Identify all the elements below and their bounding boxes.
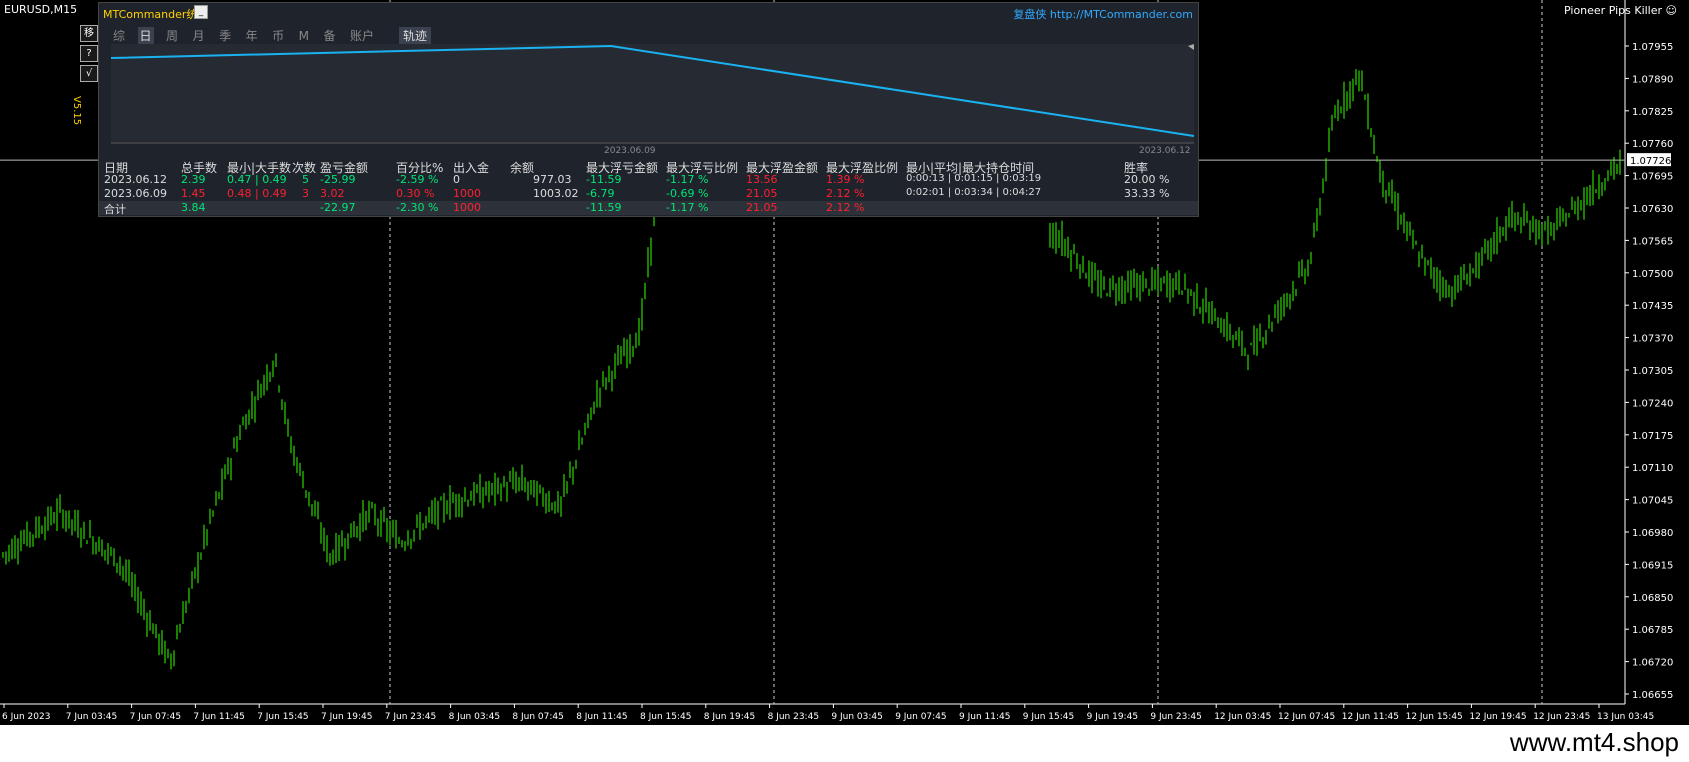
tab-account[interactable]: 账户 — [348, 27, 376, 44]
time-tick-label: 12 Jun 23:45 — [1533, 712, 1590, 722]
stats-table: 日期 总手数 最小|大手数 次数 盈亏金额 百分比% 出入金 余额 最大浮亏金额… — [99, 159, 1198, 216]
price-tick-label: 1.07435 — [1632, 301, 1673, 312]
price-tick-label: 1.07955 — [1632, 42, 1673, 53]
price-tick-label: 1.07240 — [1632, 398, 1673, 409]
time-tick-label: 9 Jun 19:45 — [1087, 712, 1138, 722]
tab-year[interactable]: 年 — [244, 27, 260, 44]
tab-currency[interactable]: 币 — [270, 27, 286, 44]
price-tick-label: 1.06720 — [1632, 658, 1673, 669]
price-tick-label: 1.07890 — [1632, 74, 1673, 85]
price-tick-label: 1.06915 — [1632, 560, 1673, 571]
time-tick-label: 13 Jun 03:45 — [1597, 712, 1654, 722]
watermark-bar: www.mt4.shop — [0, 725, 1689, 762]
price-tick-label: 1.07695 — [1632, 172, 1673, 183]
time-tick-label: 8 Jun 03:45 — [449, 712, 500, 722]
price-tick-label: 1.07825 — [1632, 107, 1673, 118]
time-tick-label: 9 Jun 15:45 — [1023, 712, 1074, 722]
tab-notes[interactable]: 备 — [321, 27, 337, 44]
tab-month[interactable]: 月 — [191, 27, 207, 44]
current-price-label: 1.07726 — [1630, 156, 1671, 167]
time-tick-label: 7 Jun 11:45 — [193, 712, 244, 722]
check-button[interactable]: √ — [80, 65, 98, 82]
table-row: 2023.06.12 2.39 0.47 | 0.49 5 -25.99 -2.… — [104, 173, 1170, 186]
time-tick-label: 8 Jun 07:45 — [512, 712, 563, 722]
price-tick-label: 1.06850 — [1632, 593, 1673, 604]
chart-symbol-label: EURUSD,M15 — [4, 3, 78, 16]
time-tick-label: 12 Jun 19:45 — [1469, 712, 1526, 722]
curve-date-end: 2023.06.12 — [1139, 146, 1191, 156]
tab-magic[interactable]: M — [297, 29, 311, 43]
curve-scroll-icon — [1188, 44, 1194, 50]
time-tick-label: 7 Jun 07:45 — [130, 712, 181, 722]
website-link[interactable]: 复盘侠 http://MTCommander.com — [1013, 6, 1193, 22]
tab-summary[interactable]: 综 — [111, 27, 127, 44]
price-tick-label: 1.07565 — [1632, 236, 1673, 247]
time-tick-label: 7 Jun 03:45 — [66, 712, 117, 722]
time-tick-label: 7 Jun 23:45 — [385, 712, 436, 722]
table-header: 日期 总手数 最小|大手数 次数 盈亏金额 百分比% 出入金 余额 最大浮亏金额… — [99, 159, 1198, 175]
time-tick-label: 8 Jun 15:45 — [640, 712, 691, 722]
help-button[interactable]: ? — [80, 45, 98, 62]
time-tick-label: 9 Jun 03:45 — [831, 712, 882, 722]
time-tick-label: 12 Jun 11:45 — [1342, 712, 1399, 722]
time-tick-label: 9 Jun 11:45 — [959, 712, 1010, 722]
time-tick-label: 7 Jun 15:45 — [257, 712, 308, 722]
tab-day[interactable]: 日 — [137, 27, 154, 44]
tab-quarter[interactable]: 季 — [217, 27, 233, 44]
price-tick-label: 1.07045 — [1632, 496, 1673, 507]
time-tick-label: 8 Jun 23:45 — [768, 712, 819, 722]
watermark-text: www.mt4.shop — [1509, 727, 1679, 757]
curve-date-start: 2023.06.09 — [604, 146, 656, 156]
time-tick-label: 9 Jun 07:45 — [895, 712, 946, 722]
time-tick-label: 7 Jun 19:45 — [321, 712, 372, 722]
time-tick-label: 6 Jun 2023 — [2, 712, 50, 722]
price-tick-label: 1.07500 — [1632, 269, 1673, 280]
time-tick-label: 9 Jun 23:45 — [1150, 712, 1201, 722]
expert-advisor-label: Pioneer Pips Killer ☺ — [1564, 4, 1677, 17]
equity-curve — [110, 44, 1195, 144]
price-tick-label: 1.07630 — [1632, 204, 1673, 215]
move-button[interactable]: 移 — [80, 25, 98, 42]
price-tick-label: 1.07110 — [1632, 463, 1673, 474]
table-total-row: 合计 3.84 -22.97 -2.30 % 1000 -11.59 -1.17… — [99, 201, 1198, 216]
time-tick-label: 12 Jun 07:45 — [1278, 712, 1335, 722]
tab-track[interactable]: 轨迹 — [399, 27, 432, 44]
price-tick-label: 1.06785 — [1632, 625, 1673, 636]
price-tick-label: 1.07305 — [1632, 366, 1673, 377]
time-tick-label: 12 Jun 15:45 — [1406, 712, 1463, 722]
price-tick-label: 1.07175 — [1632, 431, 1673, 442]
price-tick-label: 1.06655 — [1632, 690, 1673, 701]
time-tick-label: 12 Jun 03:45 — [1214, 712, 1271, 722]
tab-week[interactable]: 周 — [164, 27, 180, 44]
time-tick-label: 8 Jun 19:45 — [704, 712, 755, 722]
price-tick-label: 1.06980 — [1632, 528, 1673, 539]
price-tick-label: 1.07370 — [1632, 334, 1673, 345]
price-tick-label: 1.07760 — [1632, 139, 1673, 150]
statistics-panel: MTCommander统计 _ 复盘侠 http://MTCommander.c… — [98, 2, 1199, 217]
equity-curve-line — [110, 44, 1195, 137]
panel-title: MTCommander统计 — [103, 8, 209, 21]
table-row: 2023.06.09 1.45 0.48 | 0.49 3 3.02 0.30 … — [104, 187, 1170, 200]
minimize-icon[interactable]: _ — [194, 5, 208, 19]
time-tick-label: 8 Jun 11:45 — [576, 712, 627, 722]
period-tabs: 综 日 周 月 季 年 币 M 备 账户 轨迹 — [111, 27, 432, 44]
version-label: V5.15 — [71, 96, 82, 126]
